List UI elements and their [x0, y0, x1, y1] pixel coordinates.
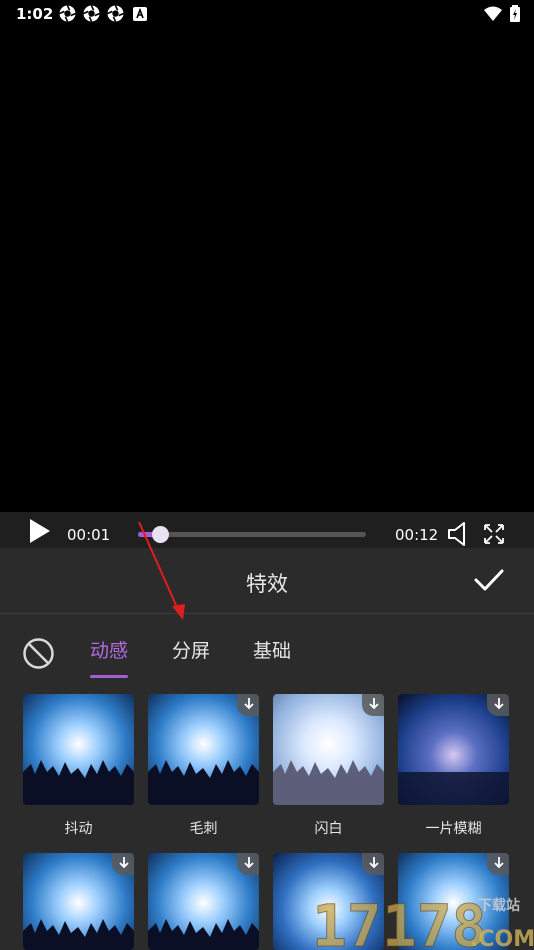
- download-badge: [362, 853, 384, 875]
- panel-header: 特效: [0, 548, 534, 614]
- panel-title: 特效: [246, 572, 288, 596]
- effect-tile[interactable]: [148, 853, 259, 950]
- tab-dongan[interactable]: 动感: [90, 636, 128, 663]
- download-badge: [487, 853, 509, 875]
- status-right: [484, 5, 520, 22]
- no-effect-icon[interactable]: [22, 637, 55, 670]
- download-icon: [119, 857, 129, 869]
- font-a-icon: [133, 7, 147, 21]
- download-icon: [369, 698, 379, 710]
- player-controls: 00:01 00:12: [0, 512, 534, 548]
- download-icon: [244, 857, 254, 869]
- battery-charging-icon: [510, 5, 520, 22]
- fullscreen-icon[interactable]: [482, 522, 506, 546]
- effect-tile[interactable]: [273, 694, 384, 805]
- aperture-icon: [83, 5, 100, 22]
- download-badge: [487, 694, 509, 716]
- total-time: 00:12: [395, 526, 439, 544]
- seek-thumb[interactable]: [152, 526, 170, 543]
- effect-label: 毛刺: [189, 821, 218, 837]
- effect-tile[interactable]: [23, 853, 134, 950]
- concert-thumbnail: [23, 694, 134, 805]
- watermark-logo: 17178 .COM 下载站: [312, 892, 534, 950]
- aperture-icon: [107, 5, 124, 22]
- volume-icon[interactable]: [447, 521, 469, 547]
- effect-label: 抖动: [64, 821, 93, 837]
- play-icon[interactable]: [28, 518, 52, 544]
- current-time: 00:01: [67, 526, 111, 544]
- wifi-icon: [484, 6, 502, 21]
- status-time: 1:02: [16, 5, 54, 23]
- effect-tile[interactable]: [398, 694, 509, 805]
- tab-jichu[interactable]: 基础: [253, 636, 291, 663]
- svg-text:下载站: 下载站: [478, 897, 520, 914]
- status-bar: 1:02: [0, 0, 534, 28]
- download-icon: [244, 698, 254, 710]
- video-preview[interactable]: [0, 28, 534, 512]
- effect-label: 闪白: [314, 821, 343, 837]
- effect-tile[interactable]: [23, 694, 134, 805]
- seek-bar[interactable]: [138, 526, 366, 543]
- download-icon: [494, 698, 504, 710]
- download-icon: [369, 857, 379, 869]
- active-tab-indicator: [90, 675, 128, 678]
- download-badge: [237, 853, 259, 875]
- download-icon: [494, 857, 504, 869]
- download-badge: [237, 694, 259, 716]
- confirm-check-icon[interactable]: [473, 567, 505, 593]
- svg-text:17178: 17178: [312, 892, 487, 950]
- svg-text:.COM: .COM: [470, 927, 534, 950]
- download-badge: [112, 853, 134, 875]
- effect-label: 一片模糊: [425, 821, 482, 837]
- tab-fenping[interactable]: 分屏: [172, 636, 210, 663]
- effect-tile[interactable]: [148, 694, 259, 805]
- download-badge: [362, 694, 384, 716]
- aperture-icon: [59, 5, 76, 22]
